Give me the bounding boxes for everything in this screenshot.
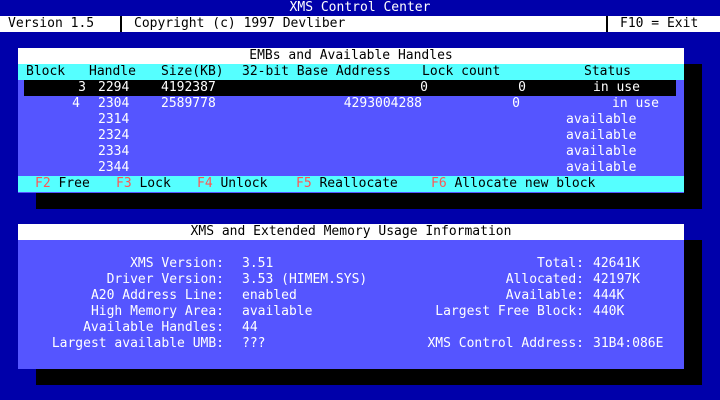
emb-panel: EMBs and Available Handles Block Handle … (18, 48, 684, 193)
exit-button[interactable]: F10 = Exit (620, 16, 698, 32)
info-label: Total: (537, 256, 584, 271)
menu-bar: Version 1.5 Copyright (c) 1997 Devliber … (0, 16, 720, 32)
cell-handle: 2294 (98, 80, 130, 95)
cell-status: available (566, 128, 637, 143)
info-label: A20 Address Line: (90, 288, 224, 303)
cell-size: 4192387 (161, 80, 216, 95)
col-handle: Handle (89, 64, 136, 79)
copyright-label: Copyright (c) 1997 Devliber (134, 16, 346, 31)
fkey-allocate[interactable]: F6 Allocate new block (431, 176, 595, 192)
fkey-reallocate[interactable]: F5 Reallocate (296, 176, 398, 192)
info-label: XMS Control Address: (427, 336, 584, 351)
col-block: Block (26, 64, 66, 79)
xms-info-panel: XMS and Extended Memory Usage Informatio… (18, 224, 684, 369)
cell-handle: 2334 (98, 144, 130, 159)
info-value: 444K (593, 288, 625, 303)
menu-divider (120, 16, 122, 32)
info-value: 31B4:086E (593, 336, 664, 351)
col-size: Size(KB) (161, 64, 224, 79)
table-row[interactable]: 2324 available (18, 128, 684, 144)
col-status: Status (584, 64, 631, 79)
col-base: 32-bit Base Address (242, 64, 391, 79)
cell-block: 3 (78, 80, 86, 95)
info-label: Allocated: (505, 272, 584, 287)
table-row[interactable]: 4 2304 2589778 4293004288 0 in use (18, 96, 684, 112)
cell-status: available (566, 112, 637, 127)
info-value: available (242, 304, 313, 319)
cell-lock: 0 (518, 80, 526, 95)
cell-size: 2589778 (161, 96, 216, 111)
cell-lock: 0 (512, 96, 520, 111)
cell-base: 0 (420, 80, 428, 95)
info-value: enabled (242, 288, 297, 303)
info-label: High Memory Area: (90, 304, 224, 319)
emb-panel-title: EMBs and Available Handles (18, 48, 684, 64)
cell-base: 4293004288 (343, 96, 422, 111)
info-value: 440K (593, 304, 625, 319)
fkey-lock[interactable]: F3 Lock (116, 176, 171, 192)
cell-block: 4 (72, 96, 80, 111)
info-label: Largest Free Block: (435, 304, 584, 319)
info-label: Available Handles: (83, 320, 224, 335)
table-row[interactable]: 3 2294 4192387 0 0 in use (24, 80, 676, 96)
info-label: Largest available UMB: (51, 336, 224, 351)
menu-divider (606, 16, 608, 32)
table-row[interactable]: 2314 available (18, 112, 684, 128)
info-value: 3.51 (242, 256, 274, 271)
info-label: Available: (505, 288, 584, 303)
cell-handle: 2344 (98, 160, 130, 175)
fkey-free[interactable]: F2 Free (35, 176, 90, 192)
info-value: 44 (242, 320, 258, 335)
version-label: Version 1.5 (8, 16, 95, 31)
cell-status: in use (593, 80, 640, 95)
table-row[interactable]: 2344 available (18, 160, 684, 176)
info-label: Driver Version: (106, 272, 224, 287)
function-key-bar: F2 Free F3 Lock F4 Unlock F5 Reallocate … (18, 176, 684, 192)
fkey-unlock[interactable]: F4 Unlock (197, 176, 267, 192)
cell-status: available (566, 160, 637, 175)
info-label: XMS Version: (130, 256, 224, 271)
col-lock: Lock count (422, 64, 501, 79)
info-value: 42197K (593, 272, 640, 287)
info-value: 42641K (593, 256, 640, 271)
info-value: 3.53 (HIMEM.SYS) (242, 272, 368, 287)
cell-handle: 2304 (98, 96, 130, 111)
emb-table-header: Block Handle Size(KB) 32-bit Base Addres… (18, 64, 684, 80)
info-value: ??? (242, 336, 266, 351)
xms-panel-title: XMS and Extended Memory Usage Informatio… (18, 224, 684, 240)
table-row[interactable]: 2334 available (18, 144, 684, 160)
cell-handle: 2324 (98, 128, 130, 143)
cell-status: available (566, 144, 637, 159)
cell-handle: 2314 (98, 112, 130, 127)
cell-status: in use (612, 96, 659, 111)
window-title: XMS Control Center (0, 0, 720, 16)
